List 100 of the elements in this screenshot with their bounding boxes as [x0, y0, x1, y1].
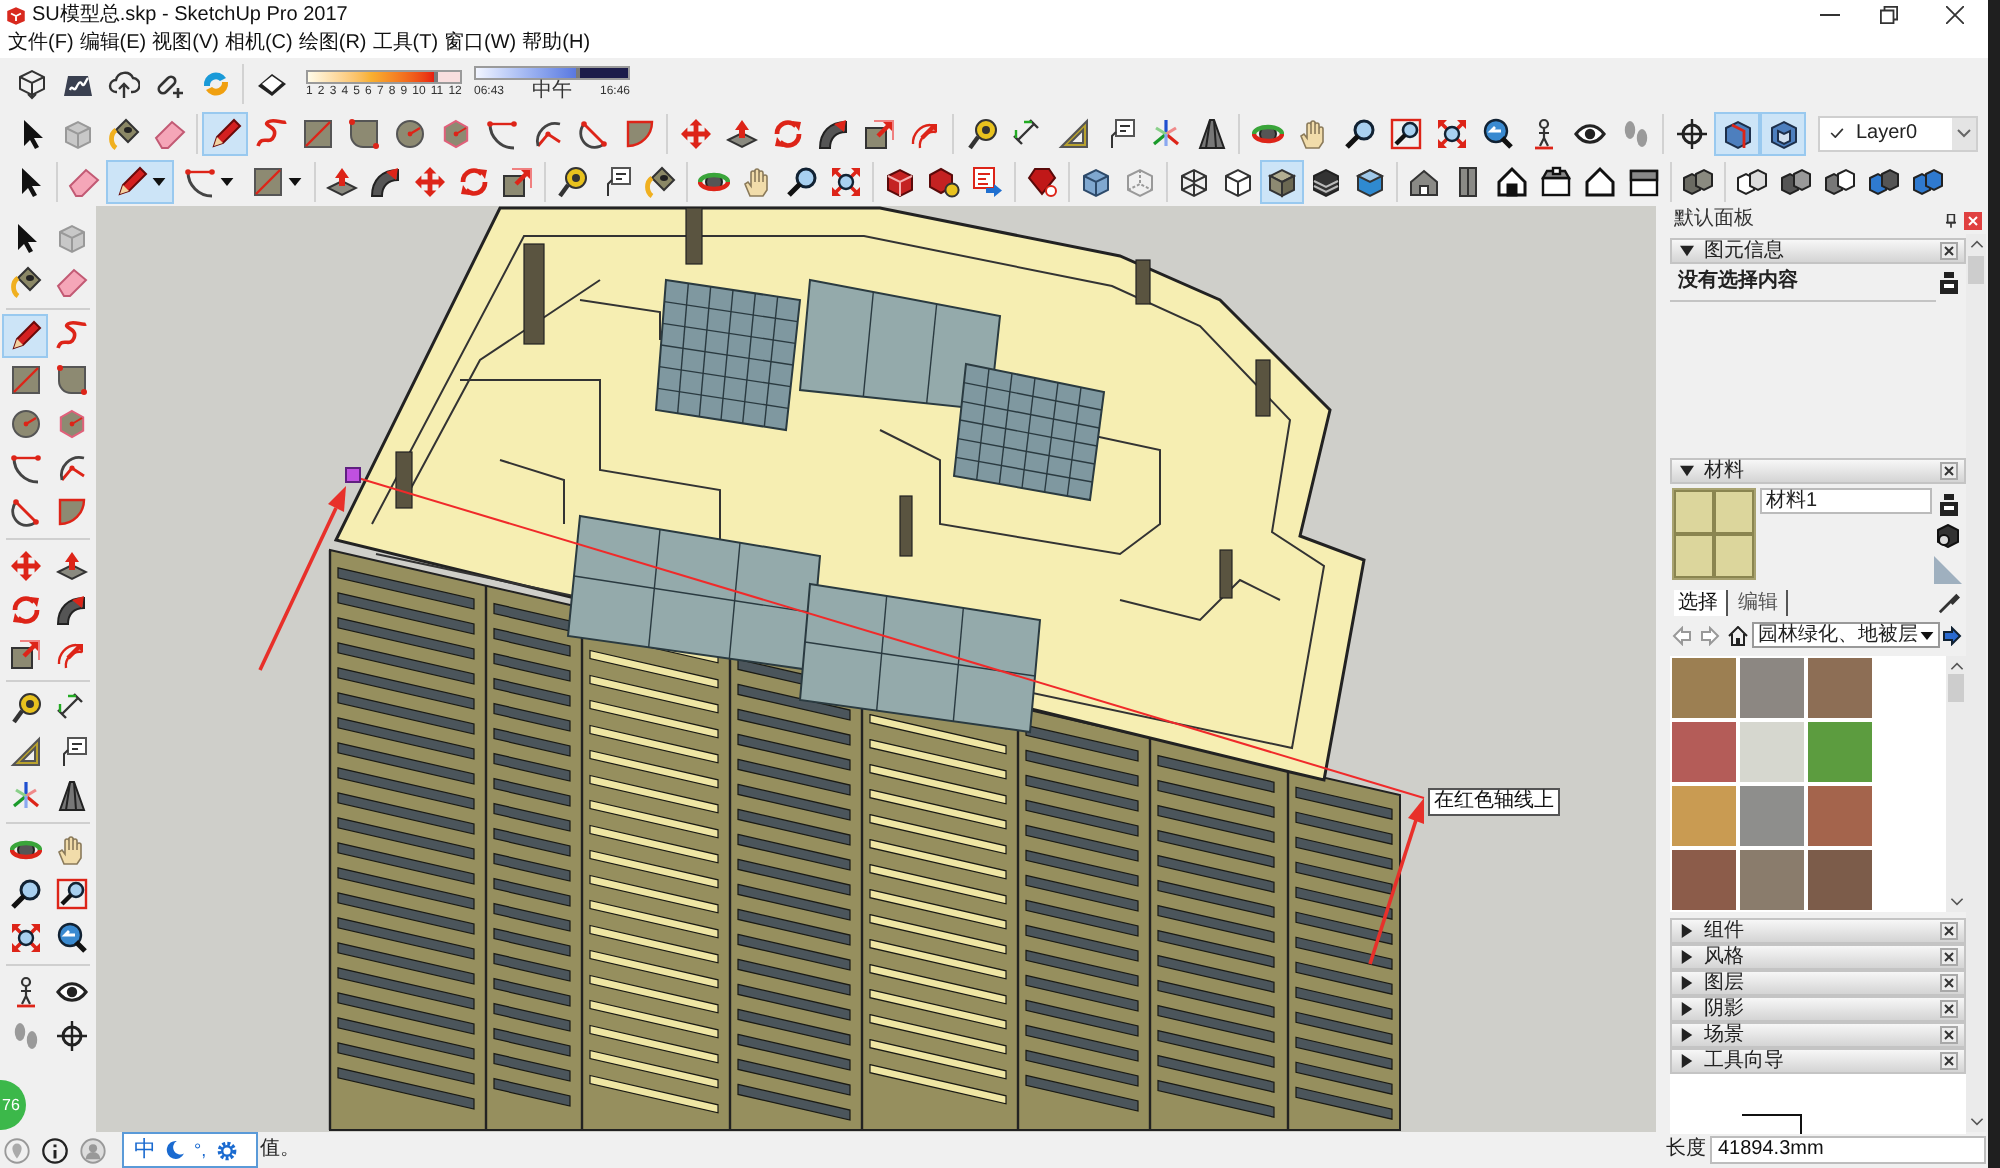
shaded-cube-button[interactable] [1260, 160, 1304, 204]
material-swatch[interactable] [1672, 786, 1736, 846]
library-dropdown[interactable]: 园林绿化、地被层 [1752, 622, 1940, 648]
scrollbar-thumb[interactable] [1968, 256, 1984, 284]
disclosure-triangle-icon[interactable] [1680, 464, 1694, 478]
close-icon[interactable] [1940, 242, 1958, 260]
close-icon[interactable] [1940, 1026, 1958, 1044]
pencil-button[interactable] [106, 160, 174, 204]
material-swatch[interactable] [1672, 658, 1736, 718]
material-swatch[interactable] [1740, 850, 1804, 910]
cube-plane-button[interactable] [1714, 111, 1760, 155]
panel-header[interactable]: 场景 [1670, 1022, 1966, 1048]
month-slider[interactable] [306, 69, 462, 83]
material-swatch[interactable] [1808, 722, 1872, 782]
panel-header[interactable]: 图元信息 [1670, 238, 1966, 264]
chevron-down-icon[interactable] [1949, 898, 1963, 906]
menu-item[interactable]: 文件(F) [6, 34, 76, 54]
disclosure-triangle-icon[interactable] [1680, 1028, 1694, 1042]
disclosure-triangle-icon[interactable] [1680, 976, 1694, 990]
panel-header[interactable]: 组件 [1670, 918, 1966, 944]
close-icon[interactable] [1940, 974, 1958, 992]
modeling-viewport[interactable]: 在红色轴线上 [96, 206, 1656, 1132]
info-circle-icon[interactable] [42, 1137, 68, 1163]
box-icon [884, 166, 916, 198]
panel-header[interactable]: 材料 [1670, 458, 1966, 484]
disclosure-triangle-icon[interactable] [1680, 1054, 1694, 1068]
panel-header[interactable]: 阴影 [1670, 996, 1966, 1022]
stacked-box-icon[interactable] [1940, 271, 1958, 293]
pyramid-icon [1195, 117, 1227, 149]
disclosure-triangle-icon[interactable] [1680, 924, 1694, 938]
panel-tab[interactable]: 编辑 [1734, 590, 1788, 616]
stacked-box-icon[interactable] [1939, 494, 1957, 516]
disclosure-triangle-icon[interactable] [1680, 1002, 1694, 1016]
triangle-swatch-icon[interactable] [1934, 556, 1962, 584]
chevron-up-icon[interactable] [1969, 240, 1983, 248]
close-icon[interactable] [1940, 1052, 1958, 1070]
rotate-arrows-icon [771, 117, 803, 149]
scrollbar-thumb[interactable] [1948, 674, 1964, 702]
close-icon[interactable] [1940, 948, 1958, 966]
menu-item[interactable]: 绘图(R) [296, 34, 369, 54]
panel-header[interactable]: 工具向导 [1670, 1048, 1966, 1074]
paint-cube-icon[interactable] [1936, 524, 1960, 548]
panel-tab[interactable]: 选择 [1674, 590, 1728, 616]
panel-header[interactable]: 风格 [1670, 944, 1966, 970]
tray-scrollbar[interactable] [1966, 234, 1986, 1132]
close-icon[interactable] [1940, 922, 1958, 940]
crescent-moon-icon[interactable] [166, 1140, 184, 1160]
panel-title: 工具向导 [1704, 1051, 1784, 1071]
menu-item[interactable]: 工具(T) [370, 34, 441, 54]
forward-arrow-icon[interactable] [1700, 625, 1720, 645]
back-arrow-icon[interactable] [1672, 625, 1692, 645]
right-arrow-icon[interactable] [1942, 625, 1962, 645]
time-slider[interactable] [474, 65, 630, 79]
material-swatch[interactable] [1808, 850, 1872, 910]
pin-icon[interactable] [1946, 213, 1956, 227]
ime-toolbar[interactable]: 中 °, [122, 1132, 258, 1168]
building-model-drawing[interactable] [328, 206, 1401, 1131]
cube-plane-icon [1721, 117, 1753, 149]
rotate-arrows-icon [458, 166, 490, 198]
close-icon[interactable] [1940, 1000, 1958, 1018]
disclosure-triangle-icon[interactable] [1680, 950, 1694, 964]
material-swatch[interactable] [1740, 786, 1804, 846]
zoom-window-icon [55, 878, 87, 910]
paint-bucket-icon [107, 117, 139, 149]
cloud-upload-icon [107, 67, 139, 99]
pencil-button[interactable] [202, 111, 248, 155]
gear-icon[interactable] [216, 1139, 239, 1161]
zoom-extents-icon [9, 922, 41, 954]
cube-cut-button[interactable] [1760, 111, 1806, 155]
eyedropper-icon[interactable] [1938, 592, 1960, 614]
ime-mode-label[interactable]: 中 [134, 1139, 156, 1161]
dimension-icon [1011, 117, 1043, 149]
material-swatch[interactable] [1740, 722, 1804, 782]
menu-item[interactable]: 编辑(E) [77, 34, 149, 54]
material-name-field[interactable]: 材料1 [1760, 488, 1932, 514]
layout-send-icon [972, 166, 1004, 198]
menu-item[interactable]: 视图(V) [150, 34, 221, 54]
material-swatch[interactable] [1672, 722, 1736, 782]
material-swatch[interactable] [1808, 786, 1872, 846]
restore-icon[interactable] [1880, 6, 1898, 24]
material-swatch[interactable] [1808, 658, 1872, 718]
menu-item[interactable]: 相机(C) [222, 34, 295, 54]
menu-item[interactable]: 帮助(H) [520, 34, 593, 54]
punctuation-mode-label[interactable]: °, [194, 1141, 207, 1159]
close-icon[interactable] [1940, 462, 1958, 480]
material-swatch[interactable] [1672, 850, 1736, 910]
pencil-button[interactable] [2, 314, 48, 358]
close-icon[interactable] [1946, 6, 1964, 24]
menu-item[interactable]: 窗口(W) [442, 34, 519, 54]
home-icon[interactable] [1728, 625, 1748, 645]
chevron-down-icon[interactable] [1969, 1118, 1983, 1126]
layer-dropdown[interactable]: Layer0 [1818, 115, 1978, 151]
protractor-icon [9, 736, 41, 768]
wireframe-cube-icon [1178, 166, 1210, 198]
chevron-up-icon[interactable] [1949, 662, 1963, 670]
measurement-field[interactable]: 41894.3mm [1710, 1136, 1986, 1164]
material-list-scrollbar[interactable] [1946, 656, 1966, 912]
panel-header[interactable]: 图层 [1670, 970, 1966, 996]
material-swatch[interactable] [1740, 658, 1804, 718]
disclosure-triangle-icon[interactable] [1680, 244, 1694, 258]
